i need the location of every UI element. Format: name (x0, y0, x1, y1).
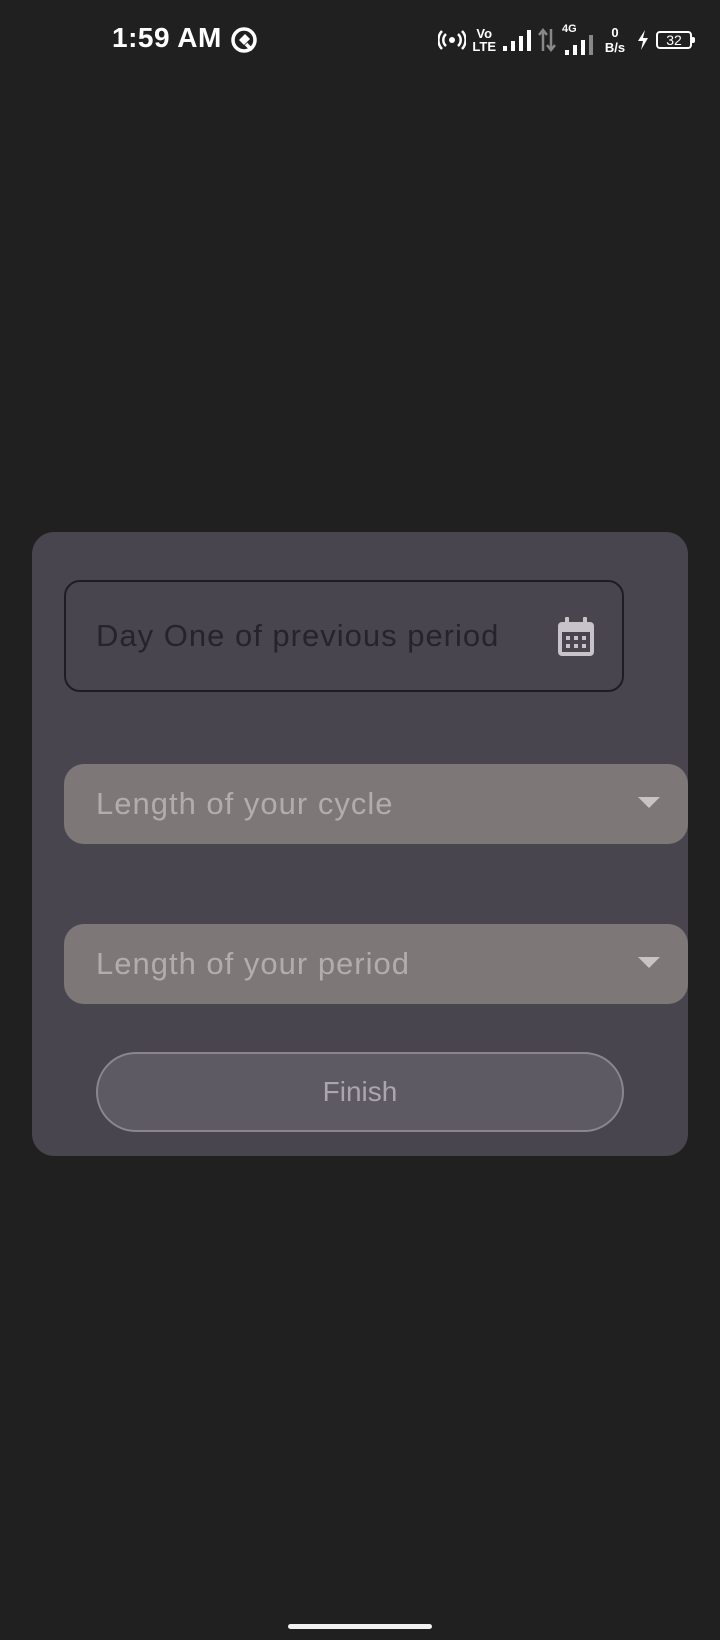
status-icons: Vo LTE 4G 0 B/s 32 (438, 20, 695, 60)
signal-4g-group: 4G (562, 23, 594, 55)
signal-4g-icon (565, 35, 593, 55)
status-bar: 1:59 AM Vo LTE 4G 0 B/s 32 (0, 0, 720, 80)
home-indicator[interactable] (288, 1624, 432, 1629)
q-circle-icon (231, 27, 257, 53)
dropdown-arrow-icon (638, 797, 660, 808)
status-time: 1:59 AM (112, 22, 222, 53)
previous-period-date-field[interactable]: Day One of previous period (64, 580, 624, 692)
battery-level: 32 (666, 32, 682, 48)
cycle-length-dropdown[interactable]: Length of your cycle (64, 764, 688, 844)
cycle-length-label: Length of your cycle (96, 786, 394, 821)
signal-icon (503, 30, 531, 51)
dropdown-arrow-icon (638, 957, 660, 968)
screen: 1:59 AM Vo LTE 4G 0 B/s 32 Day One of pr… (0, 0, 720, 1640)
volte-indicator: Vo LTE (472, 27, 496, 53)
period-setup-card: Day One of previous period Length of you… (32, 532, 688, 1156)
calendar-icon[interactable] (556, 616, 596, 658)
period-length-label: Length of your period (96, 946, 410, 981)
net-speed-unit: B/s (604, 40, 626, 55)
date-field-placeholder: Day One of previous period (96, 618, 500, 653)
net-speed-value: 0 (611, 25, 619, 40)
network-type-text: 4G (562, 23, 577, 35)
finish-button[interactable]: Finish (96, 1052, 624, 1132)
charging-icon (638, 30, 648, 50)
battery-icon: 32 (656, 31, 695, 49)
period-length-dropdown[interactable]: Length of your period (64, 924, 688, 1004)
net-speed: 0 B/s (600, 25, 630, 55)
hotspot-icon (438, 30, 467, 50)
volte-bottom-text: LTE (472, 39, 496, 54)
data-arrows-icon (538, 27, 556, 53)
